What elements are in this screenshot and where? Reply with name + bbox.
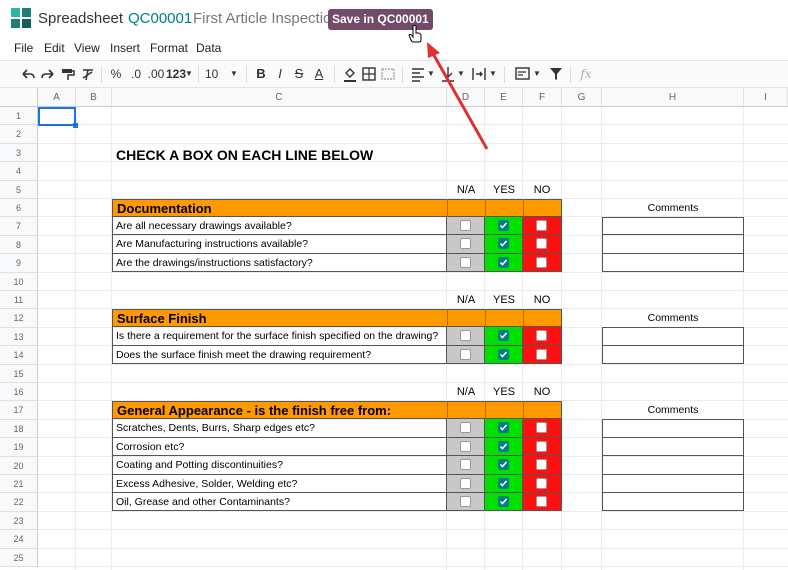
spreadsheet-app: Spreadsheet QC00001 First Article Inspec… [0, 0, 788, 570]
hand-cursor-icon [408, 25, 422, 43]
annotation-arrow-icon [427, 42, 489, 150]
